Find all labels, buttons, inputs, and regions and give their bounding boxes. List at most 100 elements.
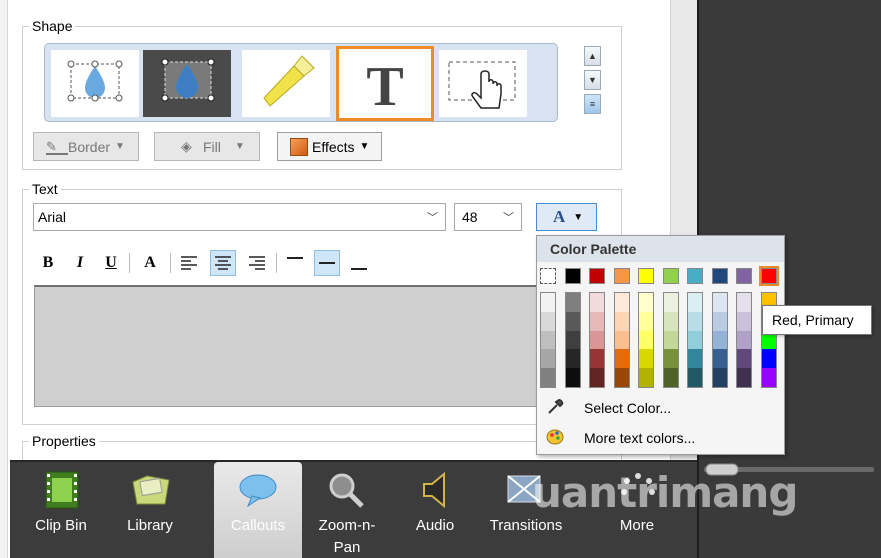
- align-right-button[interactable]: [244, 250, 270, 276]
- effects-button[interactable]: Effects ▼: [277, 132, 382, 161]
- gallery-scroll-up-button[interactable]: ▲: [584, 46, 601, 66]
- tab-label: Audio: [415, 517, 455, 534]
- align-left-icon: [181, 256, 197, 270]
- palette-colors-icon: [545, 428, 565, 448]
- chevron-down-icon: ▼: [234, 141, 245, 152]
- zoom-slider[interactable]: [704, 463, 874, 477]
- border-label: Border: [68, 138, 111, 155]
- primary-color-swatch[interactable]: [687, 268, 703, 284]
- align-left-button[interactable]: [176, 250, 202, 276]
- tab-label: Transitions: [489, 517, 563, 534]
- effects-icon: [290, 137, 308, 156]
- tab-label: Library: [127, 517, 173, 534]
- gallery-expand-button[interactable]: ≡: [584, 94, 601, 114]
- valign-top-button[interactable]: [282, 250, 308, 276]
- tab-audio[interactable]: Audio: [392, 462, 478, 558]
- primary-color-swatch[interactable]: [564, 268, 581, 284]
- font-family-select[interactable]: Arial ﹀: [33, 203, 446, 231]
- font-size-select[interactable]: 48 ﹀: [454, 203, 522, 231]
- align-center-button[interactable]: [210, 250, 236, 276]
- speaker-icon: [423, 471, 445, 509]
- gallery-scroll-down-button[interactable]: ▼: [584, 70, 601, 90]
- shape-text-tile[interactable]: T: [336, 46, 434, 121]
- tab-callouts[interactable]: Callouts: [214, 462, 302, 558]
- chevron-down-icon: ﹀: [503, 212, 514, 224]
- text-color-a-icon: A: [553, 207, 566, 226]
- border-button[interactable]: ✎ Border ▼: [33, 132, 139, 161]
- primary-color-swatch[interactable]: [711, 268, 728, 284]
- valign-middle-button[interactable]: [314, 250, 340, 276]
- primary-color-swatch[interactable]: [736, 268, 752, 284]
- callout-text-area[interactable]: [34, 285, 620, 407]
- toolbar-separator: [170, 253, 171, 273]
- primary-color-swatch[interactable]: [662, 268, 679, 284]
- shade-color-column[interactable]: [564, 292, 581, 388]
- folder-icon: [132, 475, 170, 505]
- fill-bucket-icon: ◈: [181, 138, 192, 154]
- fill-button[interactable]: ◈ Fill ▼: [154, 132, 260, 161]
- color-tooltip: Red, Primary: [762, 305, 872, 335]
- hand-cursor-icon: [448, 61, 516, 109]
- svg-text:T: T: [366, 56, 403, 118]
- underline-button[interactable]: U: [98, 250, 124, 276]
- effects-label: Effects: [312, 138, 355, 155]
- highlight-drop-icon: [161, 58, 215, 102]
- film-icon: [45, 471, 79, 509]
- primary-color-swatch[interactable]: [613, 268, 630, 284]
- primary-color-swatch[interactable]: [589, 268, 605, 284]
- shape-gallery: T ▲ ▼ ≡: [44, 43, 601, 122]
- shape-highlighter-tile[interactable]: [242, 50, 330, 117]
- shape-click-hotspot-tile[interactable]: [439, 50, 527, 117]
- shade-color-column[interactable]: [736, 292, 752, 388]
- shade-color-column[interactable]: [687, 292, 703, 388]
- palette-title: Color Palette: [537, 236, 784, 262]
- chevron-down-icon: ▼: [115, 141, 125, 152]
- tab-clip-bin[interactable]: Clip Bin: [18, 462, 104, 558]
- panel-left-edge: [0, 0, 8, 558]
- shade-color-column[interactable]: [662, 292, 679, 388]
- italic-button[interactable]: I: [67, 250, 93, 276]
- shade-color-column[interactable]: [589, 292, 605, 388]
- align-right-icon: [249, 256, 265, 270]
- primary-color-swatch[interactable]: [540, 268, 556, 284]
- shape-drop-callout-tile[interactable]: [51, 50, 139, 117]
- primary-color-swatch[interactable]: [758, 266, 779, 286]
- tab-label: Clip Bin: [35, 517, 87, 534]
- font-size-value: 48: [462, 209, 478, 225]
- fill-label: Fill: [203, 138, 221, 155]
- shade-color-column[interactable]: [540, 292, 556, 388]
- toolbar-separator: [276, 253, 277, 273]
- valign-middle-icon: [319, 262, 335, 264]
- text-legend: Text: [32, 181, 58, 197]
- text-color-button[interactable]: A ▼: [536, 203, 597, 231]
- shape-highlight-drop-tile[interactable]: [143, 50, 231, 117]
- zoom-slider-thumb: [705, 463, 739, 476]
- magnifier-icon: [329, 473, 364, 508]
- shade-color-column[interactable]: [613, 292, 630, 388]
- chevron-down-icon: ▼: [359, 141, 370, 152]
- tab-label: Callouts: [230, 517, 286, 534]
- font-family-value: Arial: [38, 209, 67, 225]
- highlighter-icon: [263, 55, 315, 107]
- valign-top-icon: [287, 257, 303, 259]
- valign-bottom-button[interactable]: [346, 250, 372, 276]
- shade-color-column[interactable]: [711, 292, 728, 388]
- chevron-down-icon: ▼: [573, 211, 584, 223]
- shape-legend: Shape: [32, 18, 73, 34]
- text-t-icon: T: [366, 56, 403, 118]
- select-color-item[interactable]: Select Color...: [584, 400, 671, 416]
- tab-label: More: [619, 517, 655, 534]
- shade-color-column[interactable]: [638, 292, 654, 388]
- color-palette-popup: Color Palette Select Color... More text …: [536, 235, 785, 455]
- bold-button[interactable]: B: [35, 250, 61, 276]
- border-pen-icon: ✎: [46, 139, 68, 155]
- tab-zoom-n-pan[interactable]: Zoom-n- Pan: [302, 462, 392, 558]
- primary-color-swatch[interactable]: [638, 268, 654, 284]
- text-outline-button[interactable]: A: [137, 250, 163, 276]
- speech-bubble-icon: [239, 474, 277, 508]
- tab-library[interactable]: Library: [107, 462, 193, 558]
- drop-callout-icon: [67, 60, 123, 102]
- properties-legend: Properties: [32, 433, 96, 449]
- more-text-colors-item[interactable]: More text colors...: [584, 430, 695, 446]
- valign-bottom-icon: [351, 268, 367, 270]
